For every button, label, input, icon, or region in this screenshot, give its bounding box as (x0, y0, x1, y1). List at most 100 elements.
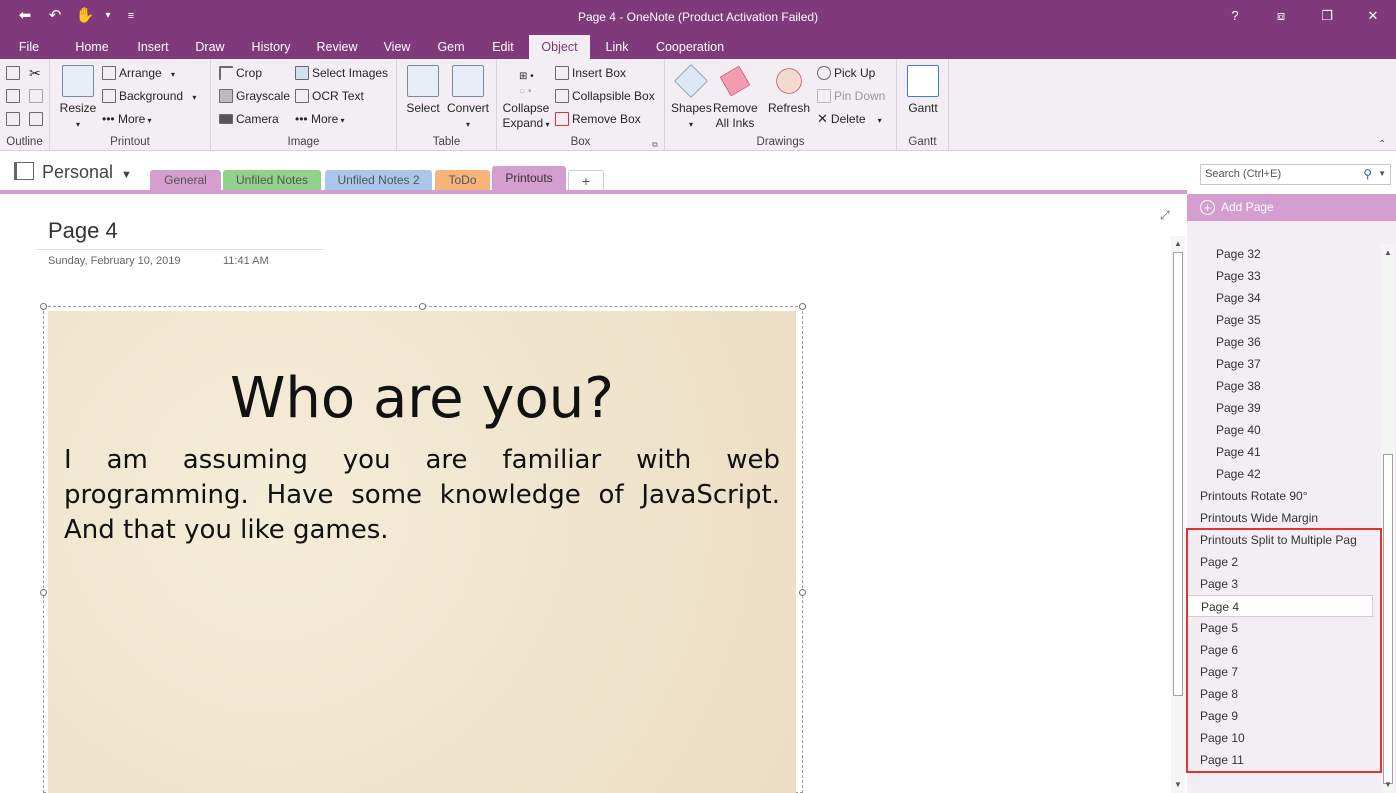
table-select-button[interactable]: Select (403, 65, 443, 116)
section-tab-todo[interactable]: ToDo (435, 170, 490, 191)
page-list-item[interactable]: Page 32 (1187, 243, 1382, 265)
tab-review[interactable]: Review (311, 35, 363, 59)
more-dots-icon: ••• (102, 112, 115, 126)
page-list-item[interactable]: Page 42 (1187, 463, 1382, 485)
group-label: Image (287, 136, 320, 148)
gantt-button[interactable]: Gantt (901, 65, 945, 116)
notebook-switcher[interactable]: Personal ▼ (14, 162, 132, 183)
ribbon-display-button[interactable]: ⧈ (1258, 0, 1304, 32)
convert-button[interactable]: Convert ▾ (445, 65, 491, 132)
crop-button[interactable]: Crop (219, 65, 262, 81)
paste-icon[interactable] (29, 88, 46, 104)
page-list-item[interactable]: Printouts Rotate 90° (1187, 485, 1382, 507)
page-list-item[interactable]: Page 40 (1187, 419, 1382, 441)
outline-icon-2[interactable] (6, 88, 23, 104)
page-list-item[interactable]: Page 35 (1187, 309, 1382, 331)
pick-up-button[interactable]: Pick Up (817, 65, 875, 81)
section-tab-general[interactable]: General (150, 170, 221, 191)
page-list-item[interactable]: Page 39 (1187, 397, 1382, 419)
section-tab-unfiled-notes-2[interactable]: Unfiled Notes 2 (325, 170, 432, 191)
page-list-item[interactable]: Page 37 (1187, 353, 1382, 375)
delete-button[interactable]: ✕ Delete ▾ (817, 111, 882, 129)
resize-handle[interactable] (799, 589, 806, 596)
page-scrollbar-thumb[interactable] (1173, 252, 1183, 696)
touch-dropdown-icon[interactable]: ▾ (102, 5, 114, 27)
printout-more-button[interactable]: ••• More ▾ (102, 111, 152, 129)
resize-handle[interactable] (799, 303, 806, 310)
scroll-down-icon[interactable]: ▼ (1384, 780, 1392, 789)
tab-draw[interactable]: Draw (188, 35, 232, 59)
copy-icon[interactable] (29, 111, 46, 127)
resize-handle[interactable] (40, 303, 47, 310)
full-page-view-icon[interactable]: ⤢ (1160, 208, 1170, 223)
search-input[interactable]: Search (Ctrl+E) ⚲ ▼ (1200, 164, 1391, 185)
customize-qat-icon[interactable]: ≡ (118, 5, 144, 27)
insert-box-button[interactable]: Insert Box (555, 65, 626, 81)
scroll-up-icon[interactable]: ▲ (1174, 239, 1182, 248)
outline-icon-1[interactable] (6, 65, 23, 81)
collapse-expand-button[interactable]: ⊞ • ○ • Collapse Expand ▾ (501, 65, 551, 132)
section-tab-unfiled-notes[interactable]: Unfiled Notes (223, 170, 321, 191)
search-scope-chevron-icon[interactable]: ▼ (1378, 169, 1386, 178)
collapse-ribbon-icon[interactable]: ⌃ (1378, 137, 1386, 153)
grayscale-button[interactable]: Grayscale (219, 88, 290, 104)
scroll-up-icon[interactable]: ▲ (1384, 248, 1392, 257)
page-list-item[interactable]: Page 41 (1187, 441, 1382, 463)
outline-icon-3[interactable] (6, 111, 23, 127)
page-list-item[interactable]: Printouts Wide Margin (1187, 507, 1382, 529)
page-list-item[interactable]: Page 33 (1187, 265, 1382, 287)
camera-button[interactable]: Camera (219, 111, 279, 127)
tab-gem[interactable]: Gem (430, 35, 472, 59)
ocr-icon (295, 89, 309, 103)
section-tab-printouts[interactable]: Printouts (492, 166, 566, 192)
refresh-button[interactable]: Refresh (767, 65, 811, 116)
resize-handle[interactable] (40, 589, 47, 596)
tab-file[interactable]: File (8, 35, 50, 59)
image-more-button[interactable]: ••• More ▾ (295, 111, 345, 129)
resize-handle[interactable] (419, 303, 426, 310)
page-list-item[interactable]: Page 36 (1187, 331, 1382, 353)
table-select-icon (407, 65, 439, 97)
tab-object[interactable]: Object (529, 35, 590, 59)
title-bar: ⬅ ↶ ✋ ▾ ≡ Page 4 - OneNote (Product Acti… (0, 0, 1396, 35)
page-list-item[interactable]: Page 38 (1187, 375, 1382, 397)
tab-history[interactable]: History (244, 35, 298, 59)
help-button[interactable]: ? (1212, 0, 1258, 32)
tab-view[interactable]: View (376, 35, 418, 59)
undo-icon[interactable]: ↶ (42, 5, 68, 27)
tab-cooperation[interactable]: Cooperation (648, 35, 732, 59)
back-icon[interactable]: ⬅ (12, 5, 38, 27)
close-button[interactable]: ✕ (1350, 0, 1396, 32)
tab-insert[interactable]: Insert (128, 35, 178, 59)
collapsible-box-button[interactable]: Collapsible Box (555, 88, 655, 104)
arrange-button[interactable]: Arrange ▾ (102, 65, 175, 83)
resize-button[interactable]: Resize ▾ (58, 65, 98, 132)
touch-mode-icon[interactable]: ✋ (72, 5, 98, 27)
remove-box-button[interactable]: Remove Box (555, 111, 641, 127)
group-printout: Resize ▾ Arrange ▾ Background ▾ ••• More … (50, 59, 211, 151)
ocr-text-button[interactable]: OCR Text (295, 88, 364, 104)
page-title[interactable]: Page 4 (48, 218, 118, 244)
add-page-icon: + (1200, 200, 1215, 215)
remove-all-inks-button[interactable]: Remove All Inks (713, 65, 758, 131)
chevron-down-icon: ▼ (121, 169, 132, 181)
dialog-launcher-icon[interactable]: ⧉ (652, 137, 658, 153)
restore-button[interactable]: ❐ (1304, 0, 1350, 32)
add-page-button[interactable]: + Add Page (1187, 194, 1396, 221)
pages-scrollbar-thumb[interactable] (1383, 454, 1393, 784)
cut-icon[interactable]: ✂ (29, 65, 41, 81)
printout-slide-image[interactable]: Who are you? I am assuming you are famil… (48, 311, 796, 793)
select-images-button[interactable]: Select Images (295, 65, 388, 81)
delete-icon: ✕ (817, 111, 828, 126)
shapes-button[interactable]: Shapes ▾ (671, 64, 712, 132)
background-button[interactable]: Background ▾ (102, 88, 196, 106)
tab-home[interactable]: Home (68, 35, 116, 59)
tab-edit[interactable]: Edit (484, 35, 522, 59)
page-list-item[interactable]: Page 34 (1187, 287, 1382, 309)
pin-down-button[interactable]: Pin Down (817, 88, 885, 104)
gantt-icon (907, 65, 939, 97)
search-icon[interactable]: ⚲ (1363, 167, 1372, 181)
add-section-button[interactable]: + (568, 170, 604, 191)
scroll-down-icon[interactable]: ▼ (1174, 780, 1182, 789)
tab-link[interactable]: Link (597, 35, 637, 59)
